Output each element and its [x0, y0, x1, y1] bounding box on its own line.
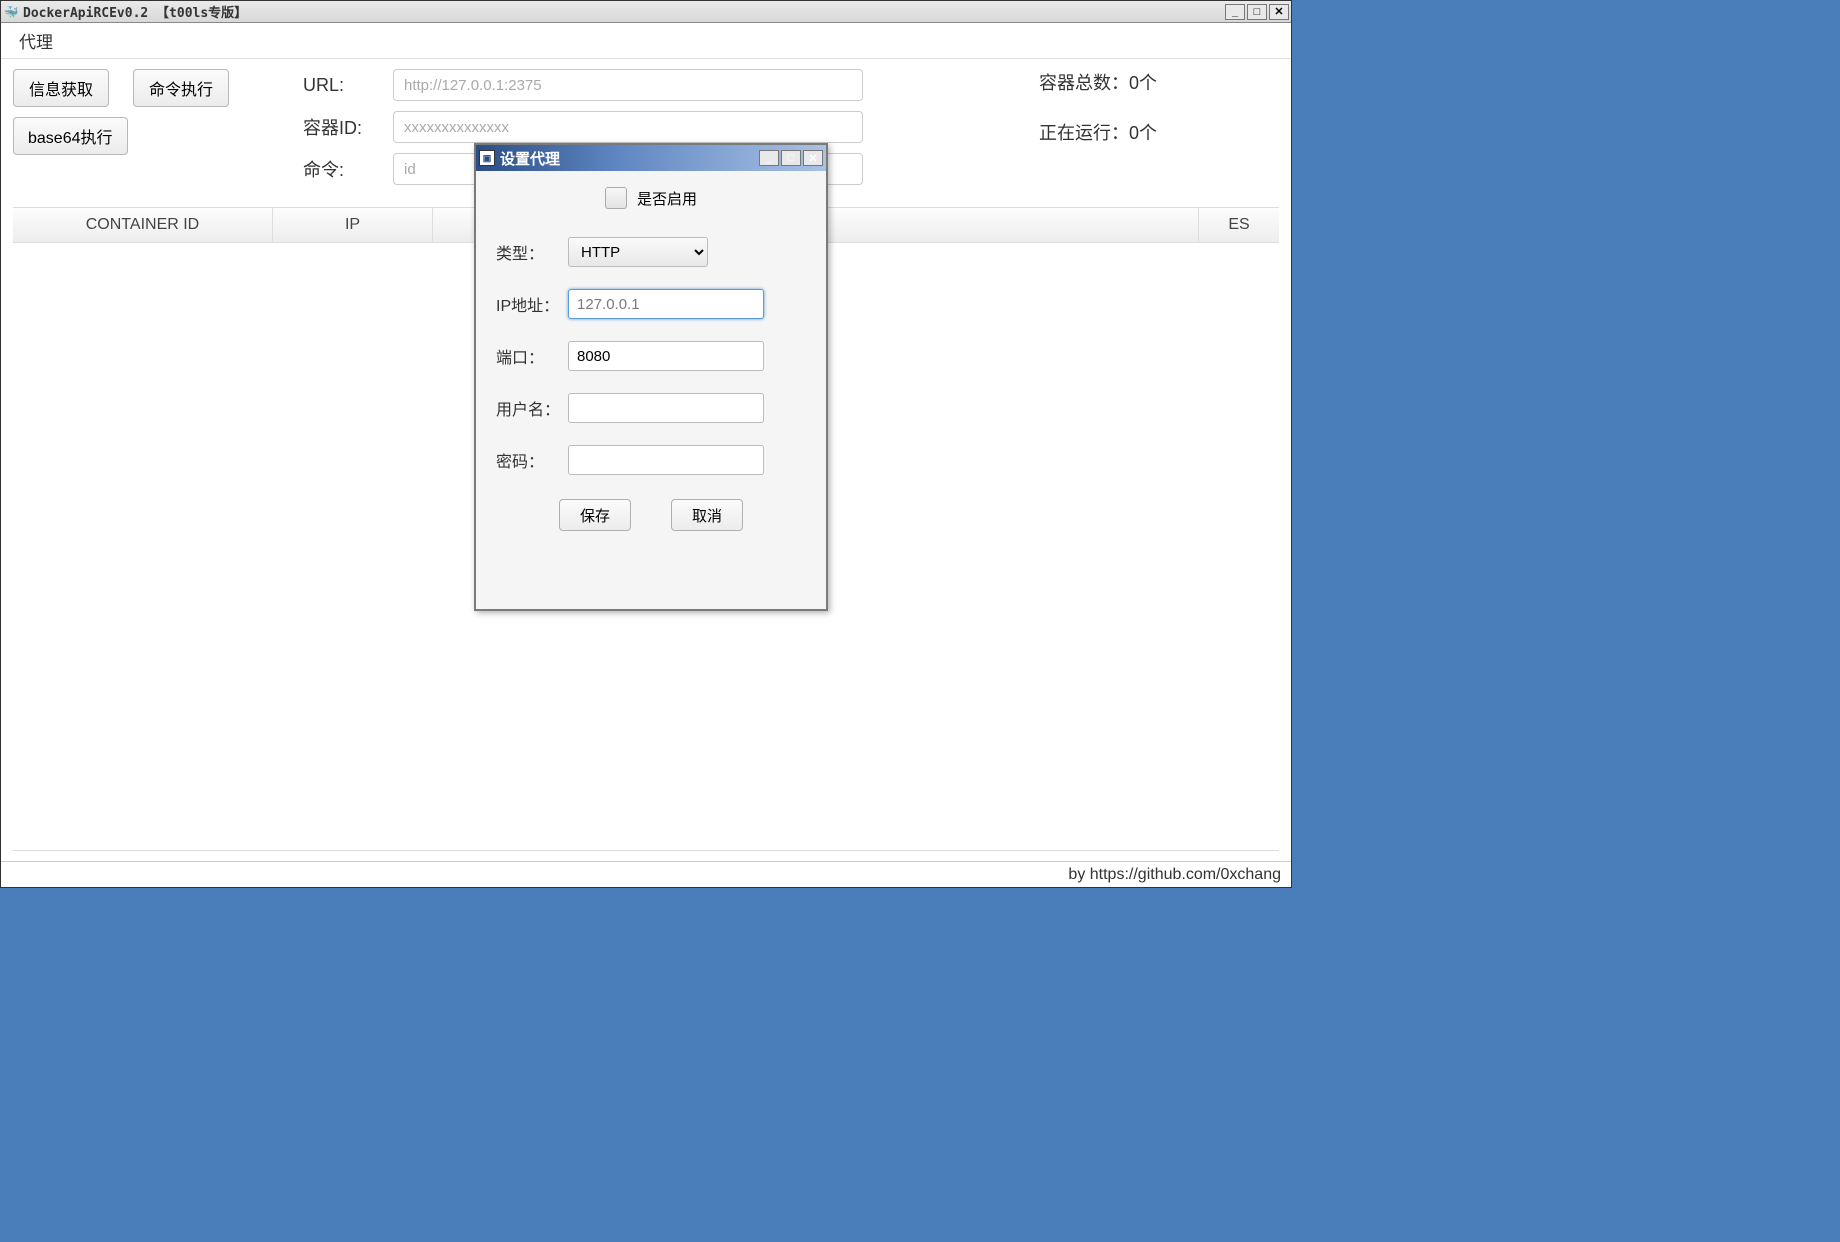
th-ip: IP	[273, 208, 433, 242]
close-button[interactable]: ✕	[1269, 4, 1289, 20]
main-titlebar: 🐳 DockerApiRCEv0.2 【t00ls专版】 _ □ ✕	[1, 1, 1291, 23]
url-input[interactable]	[393, 69, 863, 101]
proxy-pass-input[interactable]	[568, 445, 764, 475]
statusbar: by https://github.com/0xchang	[1, 861, 1291, 887]
maximize-button[interactable]: □	[1247, 4, 1267, 20]
running-containers: 正在运行：0个	[1039, 119, 1279, 145]
command-label: 命令:	[303, 156, 393, 182]
proxy-user-label: 用户名：	[496, 396, 568, 420]
proxy-cancel-button[interactable]: 取消	[671, 499, 743, 531]
exec-cmd-button[interactable]: 命令执行	[133, 69, 229, 107]
dialog-minimize-button[interactable]: _	[759, 150, 779, 166]
proxy-ip-label: IP地址：	[496, 292, 568, 316]
minimize-button[interactable]: _	[1225, 4, 1245, 20]
total-containers: 容器总数：0个	[1039, 69, 1279, 95]
th-container-id: CONTAINER ID	[13, 208, 273, 242]
proxy-type-select[interactable]: HTTP	[568, 237, 708, 267]
dialog-maximize-button[interactable]: □	[781, 150, 801, 166]
menu-proxy[interactable]: 代理	[11, 24, 61, 57]
proxy-pass-label: 密码：	[496, 448, 568, 472]
dialog-titlebar: ▣ 设置代理 _ □ ✕	[476, 145, 826, 171]
enable-proxy-label: 是否启用	[637, 188, 697, 209]
proxy-ip-input[interactable]	[568, 289, 764, 319]
stats-panel: 容器总数：0个 正在运行：0个	[1039, 69, 1279, 169]
url-label: URL:	[303, 75, 393, 96]
dialog-icon: ▣	[479, 150, 495, 166]
proxy-port-input[interactable]	[568, 341, 764, 371]
dialog-title: 设置代理	[500, 148, 759, 169]
dialog-close-button[interactable]: ✕	[803, 150, 823, 166]
footer-credit: by https://github.com/0xchang	[1068, 866, 1281, 884]
info-fetch-button[interactable]: 信息获取	[13, 69, 109, 107]
container-id-input[interactable]	[393, 111, 863, 143]
proxy-port-label: 端口：	[496, 344, 568, 368]
menubar: 代理	[1, 23, 1291, 59]
proxy-dialog: ▣ 设置代理 _ □ ✕ 是否启用 类型： HTTP IP地址： 端口： 用户名…	[474, 143, 828, 611]
enable-proxy-checkbox[interactable]	[605, 187, 627, 209]
proxy-save-button[interactable]: 保存	[559, 499, 631, 531]
container-id-label: 容器ID:	[303, 114, 393, 140]
app-icon: 🐳	[3, 4, 19, 20]
proxy-user-input[interactable]	[568, 393, 764, 423]
th-es: ES	[1199, 208, 1279, 242]
base64-exec-button[interactable]: base64执行	[13, 117, 128, 155]
proxy-type-label: 类型：	[496, 240, 568, 264]
window-title: DockerApiRCEv0.2 【t00ls专版】	[23, 2, 1225, 21]
